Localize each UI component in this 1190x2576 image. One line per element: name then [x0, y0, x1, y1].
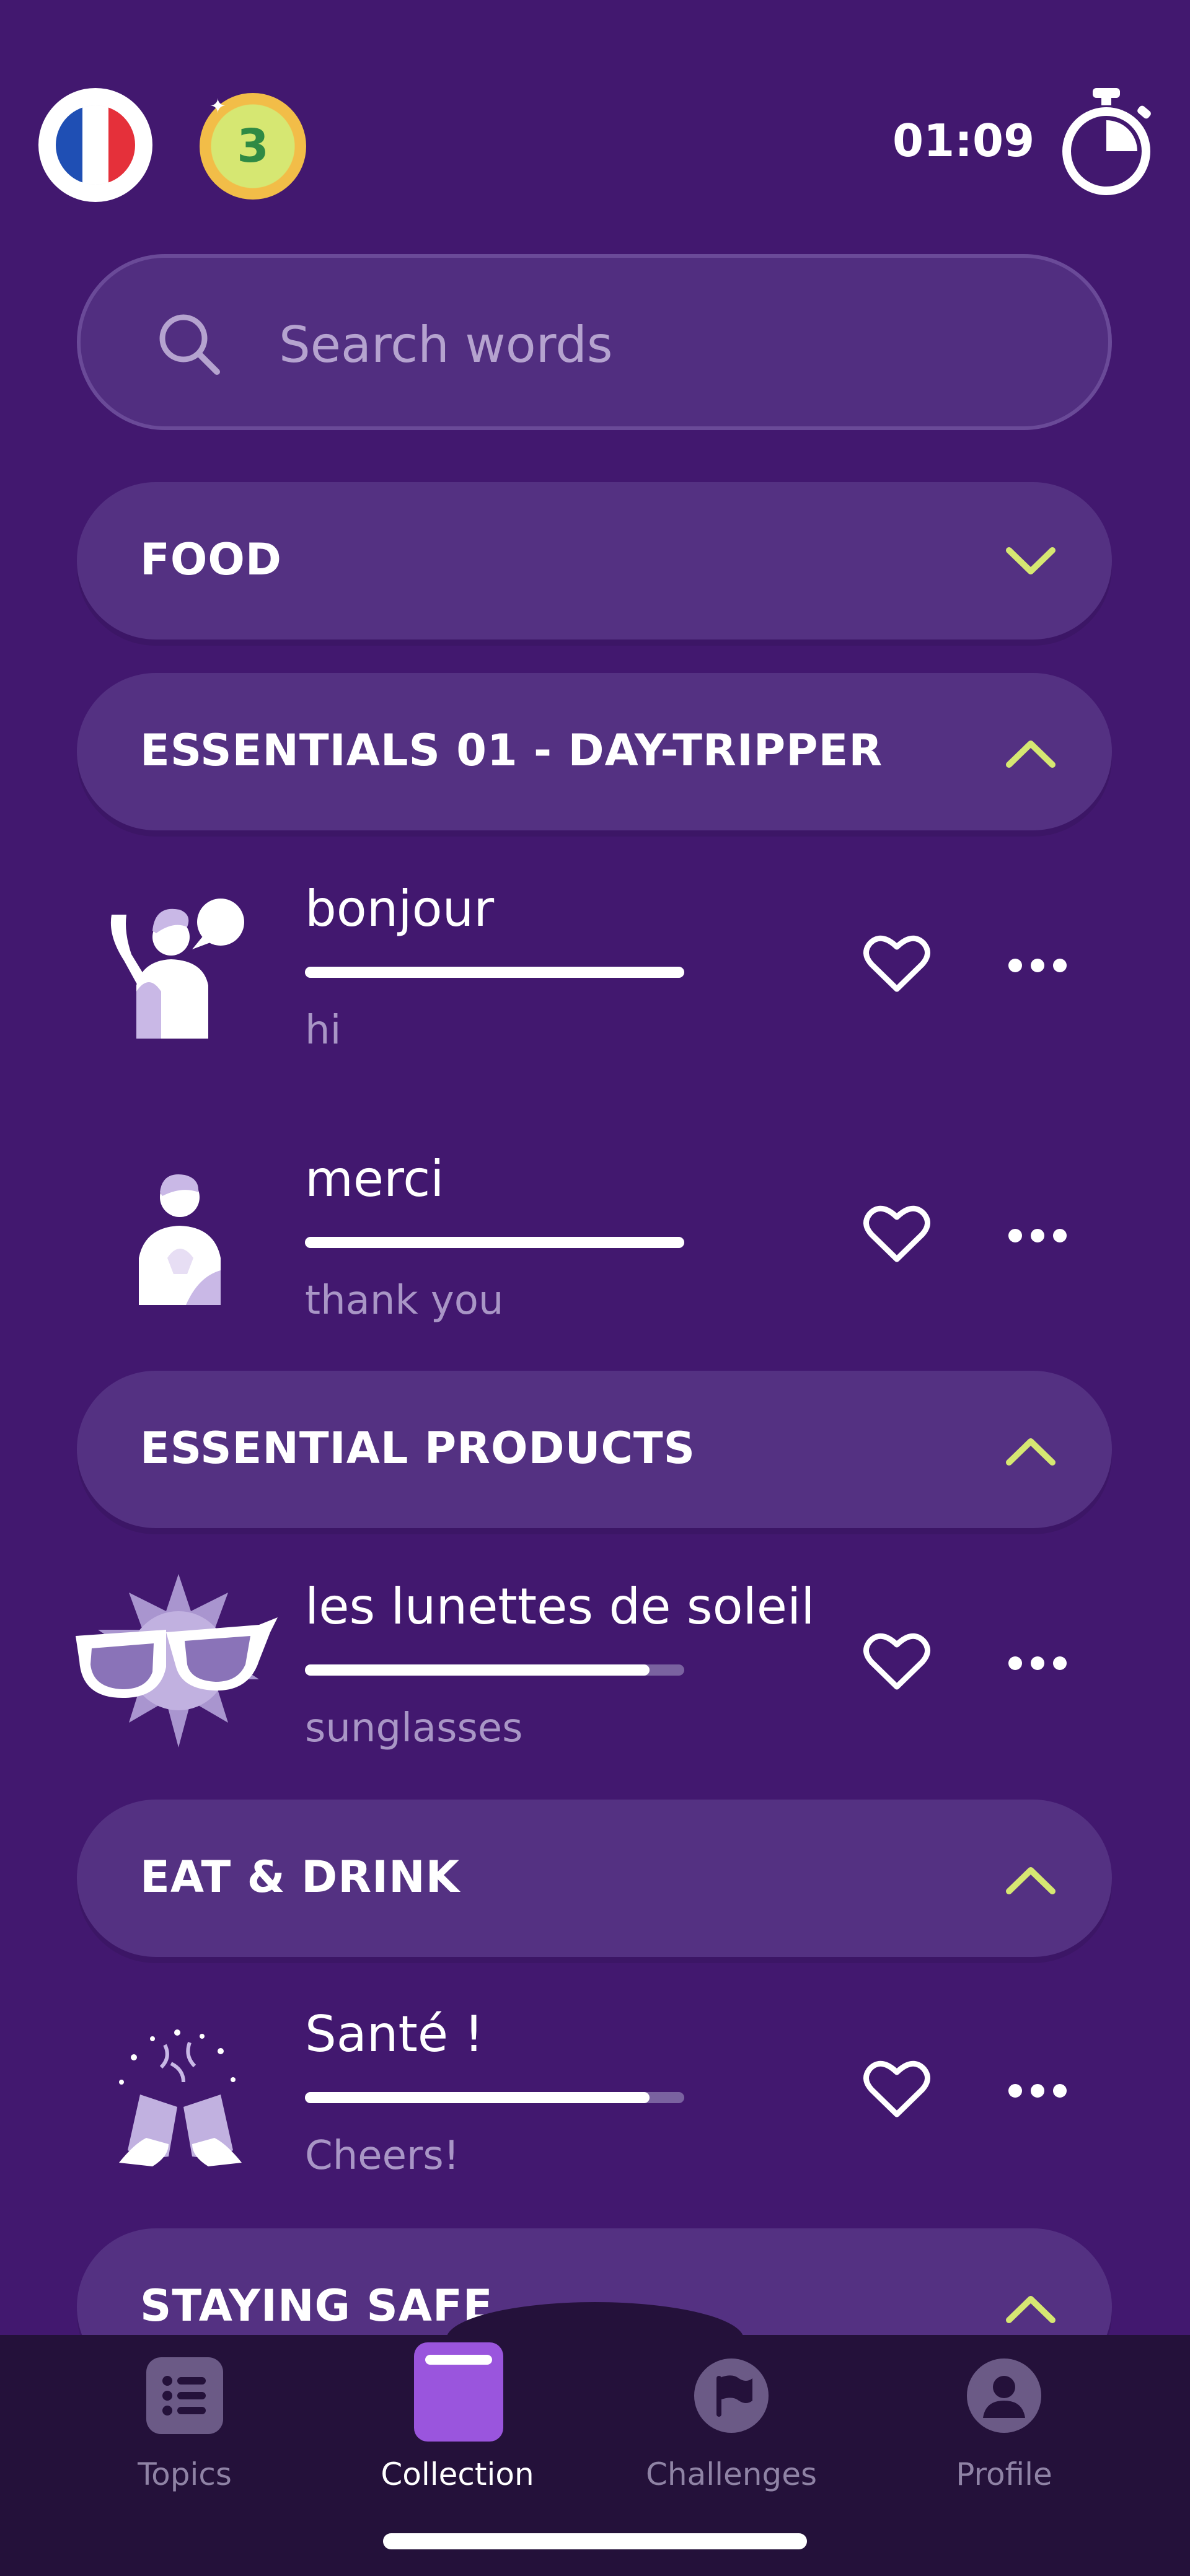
level-number: 3 — [237, 120, 269, 173]
chevron-up-icon[interactable] — [1003, 1433, 1059, 1470]
nav-topics-label[interactable]: Topics — [73, 2456, 296, 2492]
nav-topics[interactable] — [146, 2357, 223, 2434]
search-icon — [159, 314, 220, 375]
progress-fill — [305, 967, 684, 978]
more-options-icon[interactable] — [1007, 2078, 1069, 2103]
heart-icon[interactable] — [863, 1630, 931, 1692]
section-title: ESSENTIAL PRODUCTS — [140, 1423, 696, 1474]
language-flag-button[interactable] — [38, 88, 152, 202]
heart-icon[interactable] — [863, 1202, 931, 1264]
section-title: FOOD — [140, 534, 282, 585]
chevron-up-icon[interactable] — [1003, 1862, 1059, 1899]
section-title: STAYING SAFE — [140, 2280, 493, 2331]
sparkle-icon: ✦ — [209, 94, 226, 118]
chevron-up-icon[interactable] — [1003, 2290, 1059, 2328]
word-text: les lunettes de soleil — [305, 1578, 815, 1635]
thankful-person-illustration — [139, 1174, 221, 1305]
heart-icon[interactable] — [863, 2057, 931, 2119]
list-icon — [146, 2357, 223, 2434]
progress-fill — [305, 2092, 650, 2103]
translation-text: hi — [305, 1008, 342, 1053]
more-options-icon[interactable] — [1007, 953, 1069, 978]
word-text: Santé ! — [305, 2005, 484, 2063]
timer-readout: 01:09 — [892, 115, 1035, 167]
search-placeholder: Search words — [279, 316, 613, 374]
nav-collection-label[interactable]: Collection — [346, 2456, 569, 2492]
chevron-down-icon[interactable] — [1003, 543, 1059, 580]
waving-person-illustration — [110, 899, 244, 1039]
progress-fill — [305, 1664, 650, 1676]
word-text: bonjour — [305, 880, 495, 938]
cheers-illustration — [119, 2029, 242, 2166]
word-text: merci — [305, 1150, 444, 1208]
book-icon[interactable] — [414, 2342, 503, 2442]
translation-text: Cheers! — [305, 2133, 460, 2179]
nav-profile-label[interactable]: Profile — [892, 2456, 1116, 2492]
nav-challenges-label[interactable]: Challenges — [620, 2456, 843, 2492]
progress-fill — [305, 1237, 684, 1248]
more-options-icon[interactable] — [1007, 1651, 1069, 1676]
section-title: ESSENTIALS 01 - DAY-TRIPPER — [140, 725, 883, 776]
person-icon[interactable] — [966, 2357, 1042, 2434]
sunglasses-sun-illustration — [76, 1574, 278, 1747]
more-options-icon[interactable] — [1007, 1223, 1069, 1248]
france-flag-icon — [56, 105, 135, 185]
heart-icon[interactable] — [863, 932, 931, 994]
section-title: EAT & DRINK — [140, 1852, 460, 1902]
translation-text: thank you — [305, 1278, 504, 1324]
stopwatch-icon[interactable] — [1057, 86, 1156, 197]
chevron-up-icon[interactable] — [1003, 735, 1059, 772]
home-indicator[interactable] — [383, 2533, 807, 2549]
translation-text: sunglasses — [305, 1705, 523, 1751]
flag-icon[interactable] — [693, 2357, 770, 2434]
